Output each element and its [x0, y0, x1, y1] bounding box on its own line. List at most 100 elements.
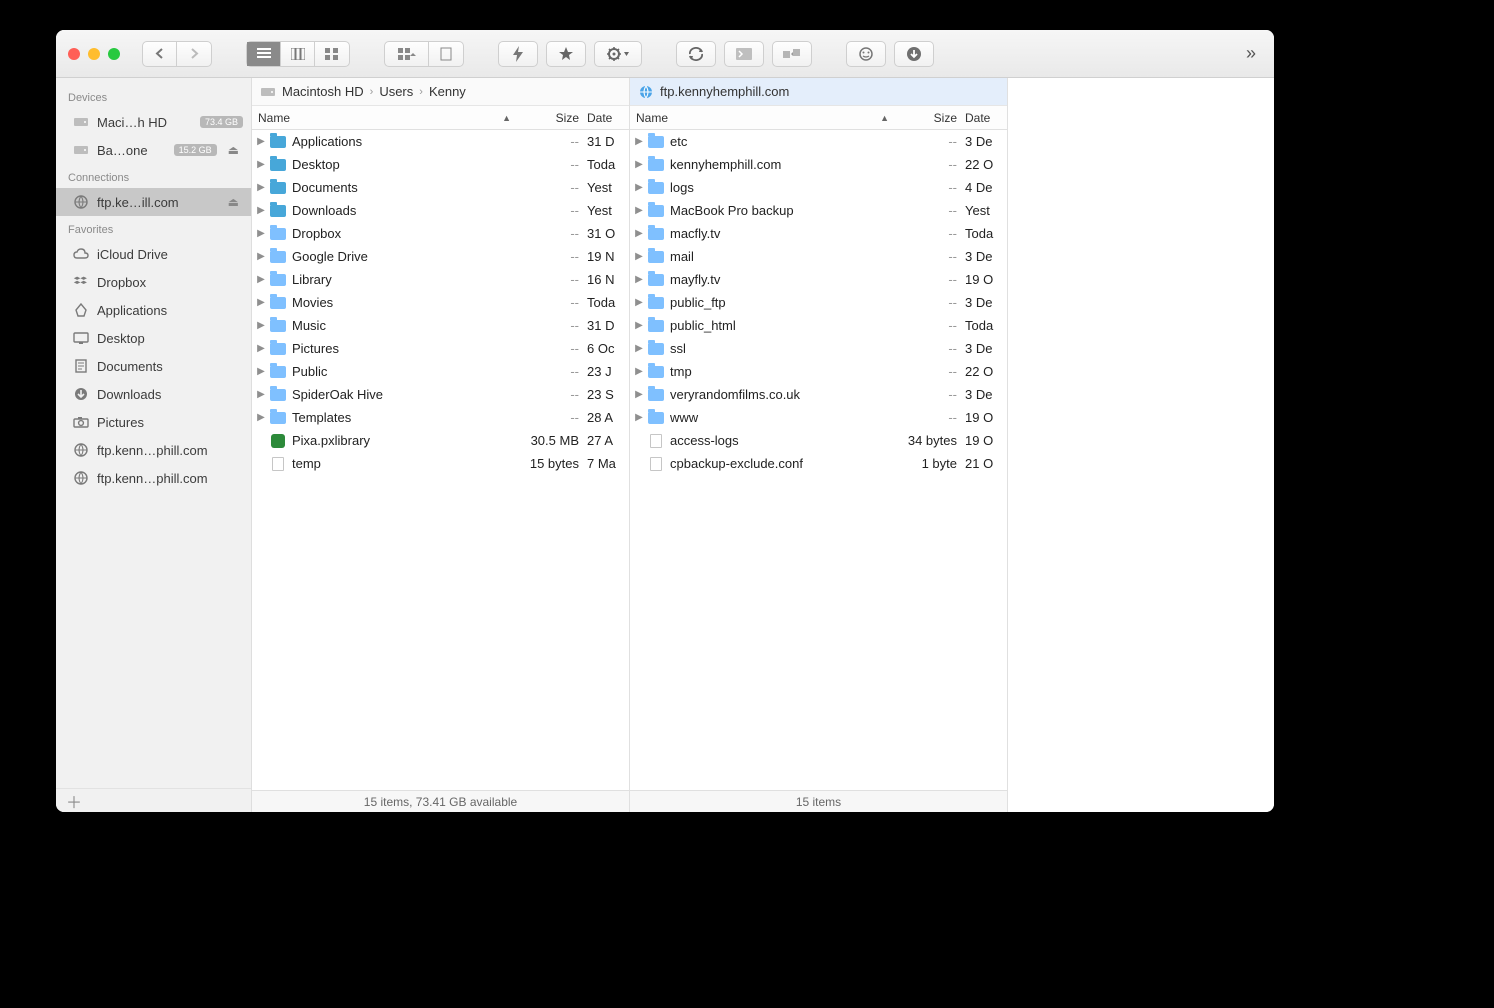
favorite-button[interactable]	[546, 41, 586, 67]
list-item[interactable]: ▶ macfly.tv -- Toda	[630, 222, 1007, 245]
disclosure-icon[interactable]: ▶	[632, 136, 646, 147]
disclosure-icon[interactable]: ▶	[254, 182, 268, 193]
sidebar-item-documents[interactable]: Documents	[56, 352, 251, 380]
eject-icon[interactable]: ⏏	[224, 195, 243, 209]
disclosure-icon[interactable]: ▶	[632, 205, 646, 216]
sidebar-item-downloads[interactable]: Downloads	[56, 380, 251, 408]
list-item[interactable]: ▶ Dropbox -- 31 O	[252, 222, 629, 245]
disclosure-icon[interactable]: ▶	[632, 297, 646, 308]
sidebar-item-desktop[interactable]: Desktop	[56, 324, 251, 352]
col-name[interactable]: Name▲	[630, 111, 897, 125]
breadcrumb[interactable]: Kenny	[429, 84, 466, 99]
nav-forward-button[interactable]	[177, 42, 211, 66]
col-size[interactable]: Size	[897, 111, 965, 125]
list-item[interactable]: ▶ Templates -- 28 A	[252, 406, 629, 429]
disclosure-icon[interactable]: ▶	[632, 182, 646, 193]
disclosure-icon[interactable]: ▶	[632, 343, 646, 354]
disclosure-icon[interactable]: ▶	[632, 274, 646, 285]
list-item[interactable]: ▶ Documents -- Yest	[252, 176, 629, 199]
sidebar-item-icloud-drive[interactable]: iCloud Drive	[56, 240, 251, 268]
list-item[interactable]: ▶ veryrandomfilms.co.uk -- 3 De	[630, 383, 1007, 406]
add-location-button[interactable]: ＋	[66, 789, 82, 813]
diff-button[interactable]	[772, 41, 812, 67]
list-item[interactable]: access-logs 34 bytes 19 O	[630, 429, 1007, 452]
breadcrumb[interactable]: Macintosh HD	[282, 84, 364, 99]
disclosure-icon[interactable]: ▶	[632, 366, 646, 377]
quick-action-button[interactable]	[498, 41, 538, 67]
list-item[interactable]: ▶ mayfly.tv -- 19 O	[630, 268, 1007, 291]
list-item[interactable]: ▶ Library -- 16 N	[252, 268, 629, 291]
terminal-button[interactable]	[724, 41, 764, 67]
list-item[interactable]: ▶ SpiderOak Hive -- 23 S	[252, 383, 629, 406]
list-item[interactable]: ▶ Pictures -- 6 Oc	[252, 337, 629, 360]
list-item[interactable]: ▶ Public -- 23 J	[252, 360, 629, 383]
list-item[interactable]: ▶ mail -- 3 De	[630, 245, 1007, 268]
emoji-button[interactable]	[846, 41, 886, 67]
toolbar-overflow-button[interactable]: »	[1240, 43, 1262, 64]
download-button[interactable]	[894, 41, 934, 67]
list-item[interactable]: temp 15 bytes 7 Ma	[252, 452, 629, 475]
disclosure-icon[interactable]: ▶	[254, 251, 268, 262]
list-item[interactable]: ▶ kennyhemphill.com -- 22 O	[630, 153, 1007, 176]
list-item[interactable]: ▶ ssl -- 3 De	[630, 337, 1007, 360]
disclosure-icon[interactable]: ▶	[254, 136, 268, 147]
list-item[interactable]: ▶ tmp -- 22 O	[630, 360, 1007, 383]
nav-back-button[interactable]	[143, 42, 177, 66]
disclosure-icon[interactable]: ▶	[254, 205, 268, 216]
disclosure-icon[interactable]: ▶	[632, 159, 646, 170]
list-item[interactable]: ▶ www -- 19 O	[630, 406, 1007, 429]
arrange-button[interactable]	[385, 42, 429, 66]
list-item[interactable]: ▶ MacBook Pro backup -- Yest	[630, 199, 1007, 222]
view-list-button[interactable]	[247, 42, 281, 66]
col-size[interactable]: Size	[519, 111, 587, 125]
breadcrumb[interactable]: ftp.kennyhemphill.com	[660, 84, 789, 99]
list-item[interactable]: Pixa.pxlibrary 30.5 MB 27 A	[252, 429, 629, 452]
action-menu-button[interactable]	[594, 41, 642, 67]
col-name[interactable]: Name▲	[252, 111, 519, 125]
view-thumbnails-button[interactable]	[315, 42, 349, 66]
list-item[interactable]: ▶ Google Drive -- 19 N	[252, 245, 629, 268]
list-item[interactable]: ▶ Movies -- Toda	[252, 291, 629, 314]
eject-icon[interactable]: ⏏	[224, 143, 243, 157]
sync-button[interactable]	[676, 41, 716, 67]
breadcrumb[interactable]: Users	[379, 84, 413, 99]
disclosure-icon[interactable]: ▶	[254, 343, 268, 354]
sidebar-item-ftp-kenn-phill-com[interactable]: ftp.kenn…phill.com	[56, 436, 251, 464]
sidebar-item-pictures[interactable]: Pictures	[56, 408, 251, 436]
list-item[interactable]: ▶ Desktop -- Toda	[252, 153, 629, 176]
disclosure-icon[interactable]: ▶	[632, 251, 646, 262]
disclosure-icon[interactable]: ▶	[254, 412, 268, 423]
sidebar-item-applications[interactable]: Applications	[56, 296, 251, 324]
list-item[interactable]: ▶ Downloads -- Yest	[252, 199, 629, 222]
disclosure-icon[interactable]: ▶	[254, 389, 268, 400]
disclosure-icon[interactable]: ▶	[254, 228, 268, 239]
view-columns-button[interactable]	[281, 42, 315, 66]
minimize-button[interactable]	[88, 48, 100, 60]
sidebar-item-ftp-ke-ill-com[interactable]: ftp.ke…ill.com ⏏	[56, 188, 251, 216]
disclosure-icon[interactable]: ▶	[254, 297, 268, 308]
disclosure-icon[interactable]: ▶	[632, 412, 646, 423]
list-item[interactable]: ▶ public_ftp -- 3 De	[630, 291, 1007, 314]
col-date[interactable]: Date	[587, 111, 629, 125]
disclosure-icon[interactable]: ▶	[254, 159, 268, 170]
list-item[interactable]: ▶ public_html -- Toda	[630, 314, 1007, 337]
list-item[interactable]: cpbackup-exclude.conf 1 byte 21 O	[630, 452, 1007, 475]
list-item[interactable]: ▶ etc -- 3 De	[630, 130, 1007, 153]
new-file-button[interactable]	[429, 42, 463, 66]
disclosure-icon[interactable]: ▶	[254, 274, 268, 285]
close-button[interactable]	[68, 48, 80, 60]
sidebar-item-ba-one[interactable]: Ba…one 15.2 GB ⏏	[56, 136, 251, 164]
disclosure-icon[interactable]: ▶	[632, 228, 646, 239]
disclosure-icon[interactable]: ▶	[632, 389, 646, 400]
list-item[interactable]: ▶ logs -- 4 De	[630, 176, 1007, 199]
sidebar-item-dropbox[interactable]: Dropbox	[56, 268, 251, 296]
maximize-button[interactable]	[108, 48, 120, 60]
list-item[interactable]: ▶ Applications -- 31 D	[252, 130, 629, 153]
disclosure-icon[interactable]: ▶	[632, 320, 646, 331]
col-date[interactable]: Date	[965, 111, 1007, 125]
list-item[interactable]: ▶ Music -- 31 D	[252, 314, 629, 337]
disclosure-icon[interactable]: ▶	[254, 366, 268, 377]
sidebar-item-maci-h-hd[interactable]: Maci…h HD 73.4 GB	[56, 108, 251, 136]
disclosure-icon[interactable]: ▶	[254, 320, 268, 331]
sidebar-item-ftp-kenn-phill-com[interactable]: ftp.kenn…phill.com	[56, 464, 251, 492]
